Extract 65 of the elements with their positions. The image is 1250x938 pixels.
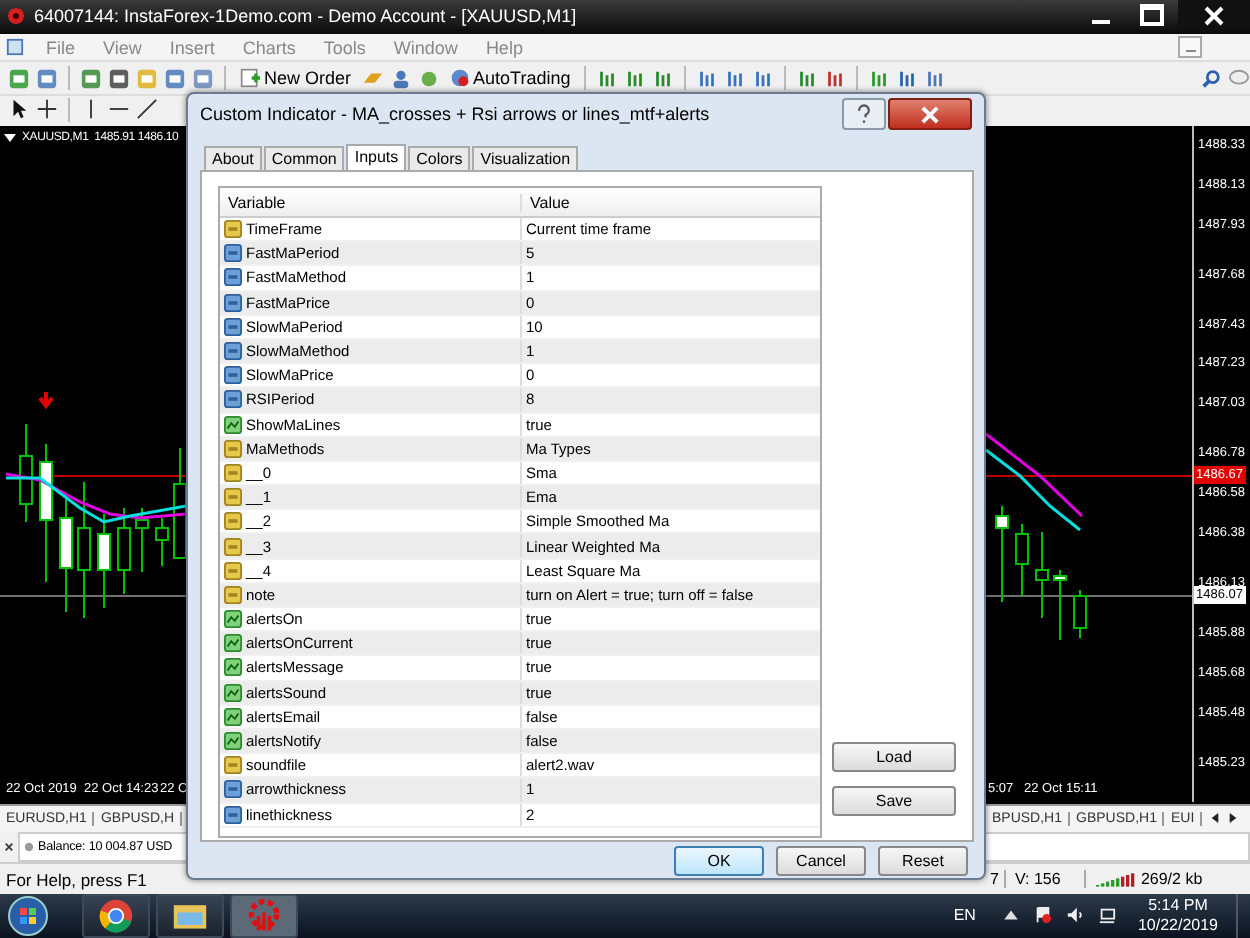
browser-taskbar-button[interactable] <box>82 893 150 938</box>
dialog-tab[interactable]: Inputs <box>346 144 407 172</box>
scroll-left-icon[interactable] <box>1210 812 1221 825</box>
volume-text: V: 156 <box>1006 870 1087 889</box>
bar-chart-icon[interactable] <box>596 67 619 90</box>
moving-average-line <box>985 448 1081 531</box>
speaker-icon[interactable] <box>1065 906 1084 925</box>
network-icon[interactable] <box>1097 906 1116 925</box>
dialog-button[interactable]: Load <box>832 742 956 772</box>
candlestick <box>117 506 131 595</box>
column-header[interactable]: Value <box>522 193 820 211</box>
candlestick <box>1015 522 1029 597</box>
trading-app-taskbar-button[interactable] <box>230 893 298 938</box>
search-icon[interactable] <box>1200 67 1222 90</box>
people-icon[interactable] <box>389 67 412 90</box>
candlestick <box>1053 568 1067 641</box>
dialog-button[interactable]: Cancel <box>776 846 866 876</box>
globe-icon <box>449 68 470 89</box>
clock[interactable]: 5:14 PM 10/22/2019 <box>1137 895 1218 936</box>
help-button[interactable] <box>842 98 886 130</box>
new-order-button[interactable]: New Order <box>236 68 356 89</box>
column-header[interactable]: Variable <box>220 193 522 211</box>
candlestick <box>995 504 1009 603</box>
dialog-tab[interactable]: Colors <box>408 146 471 170</box>
dialog-button[interactable]: OK <box>674 846 764 876</box>
dialog-title: Custom Indicator - MA_crosses + Rsi arrows or lines_mtf+alerts <box>200 104 710 124</box>
close-button[interactable] <box>1178 0 1250 30</box>
start-button[interactable] <box>8 895 48 936</box>
flag-icon[interactable] <box>1033 906 1052 925</box>
dialog-tab[interactable]: Visualization <box>472 146 579 170</box>
candlestick <box>59 496 73 613</box>
browser-icon <box>98 897 134 934</box>
candlestick <box>1073 588 1087 639</box>
candlestick <box>19 422 33 523</box>
close-icon[interactable] <box>4 841 14 852</box>
candlestick <box>1035 530 1049 619</box>
caret-up-icon[interactable] <box>1001 906 1020 925</box>
close-button[interactable] <box>888 98 972 130</box>
window-title: 64007144: InstaForex-1Demo.com - Demo Account - [XAUUSD,M1] <box>34 6 577 27</box>
document-icon[interactable] <box>6 38 24 57</box>
traffic-text: 269/2 kb <box>1140 870 1203 889</box>
dialog-button[interactable]: Reset <box>878 846 968 876</box>
candlestick <box>39 442 53 583</box>
connection-bars-icon <box>1096 871 1137 888</box>
down-arrow-icon <box>38 389 54 409</box>
add-document-icon <box>240 68 260 89</box>
dialog-tab[interactable]: Common <box>263 146 345 170</box>
moving-average-line <box>985 432 1084 517</box>
candlestick <box>155 516 169 567</box>
coin-icon <box>24 841 34 852</box>
close-icon <box>1204 5 1224 25</box>
dialog-tab[interactable]: About <box>204 146 262 170</box>
folder-taskbar-button[interactable] <box>156 893 224 938</box>
scroll-right-icon[interactable] <box>1228 812 1239 825</box>
candlestick <box>97 512 111 609</box>
candlestick <box>77 480 91 619</box>
question-mark-icon <box>856 104 872 124</box>
cursor-icon[interactable] <box>8 98 30 121</box>
language-indicator[interactable]: EN <box>953 906 976 925</box>
dialog-button[interactable]: Save <box>832 786 956 816</box>
close-icon <box>920 105 940 123</box>
autotrading-button[interactable]: AutoTrading <box>445 68 575 89</box>
help-text: For Help, press F1 <box>4 869 147 890</box>
trendline-icon[interactable] <box>136 98 158 121</box>
candlestick <box>135 506 149 573</box>
